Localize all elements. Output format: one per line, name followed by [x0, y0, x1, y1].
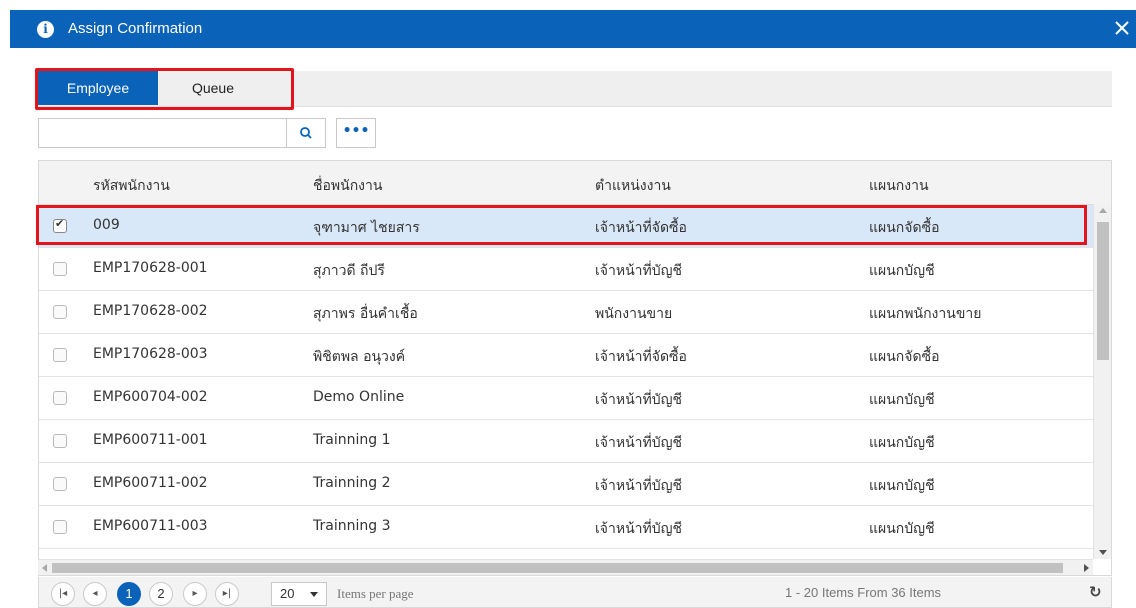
department-cell: แผนกบัญชี — [869, 478, 935, 494]
scroll-down-icon[interactable] — [1099, 550, 1107, 555]
page-size-select[interactable]: 20 — [271, 582, 327, 606]
next-page-button[interactable]: ▸ — [183, 582, 207, 606]
page-size-label: Items per page — [337, 586, 414, 601]
scroll-up-icon[interactable] — [1099, 208, 1107, 213]
position-cell: พนักงานขาย — [595, 306, 673, 322]
employee-code-cell: EMP170628-003 — [93, 346, 208, 362]
search-button[interactable] — [286, 118, 326, 148]
employee-name-cell: Trainning 2 — [313, 475, 391, 491]
dropdown-arrow-icon — [310, 592, 318, 597]
table-row[interactable]: EMP600711-001 Trainning 1 เจ้าหน้าที่บัญชี… — [39, 420, 1094, 463]
table-row[interactable]: EMP600711-003 Trainning 3 เจ้าหน้าที่บัญชี… — [39, 506, 1094, 549]
position-cell: เจ้าหน้าที่บัญชี — [595, 435, 683, 451]
employee-code-cell: EMP600711-002 — [93, 475, 208, 491]
department-cell: แผนกบัญชี — [869, 392, 935, 408]
position-cell: เจ้าหน้าที่บัญชี — [595, 478, 683, 494]
employee-code-cell: EMP600704-002 — [93, 389, 208, 405]
grid-header: รหัสพนักงาน ชื่อพนักงาน ตำแหน่งงาน แผนกง… — [39, 161, 1111, 205]
column-header-employee-code[interactable]: รหัสพนักงาน — [93, 175, 170, 197]
employee-code-cell: EMP170628-002 — [93, 303, 208, 319]
horizontal-scroll-thumb[interactable] — [52, 563, 1063, 573]
row-checkbox[interactable] — [53, 434, 67, 448]
position-cell: เจ้าหน้าที่บัญชี — [595, 263, 683, 279]
table-row[interactable]: EMP600711-002 Trainning 2 เจ้าหน้าที่บัญชี… — [39, 463, 1094, 506]
last-page-button[interactable]: ▸| — [215, 582, 239, 606]
row-checkbox[interactable] — [53, 477, 67, 491]
employee-code-cell: EMP600711-003 — [93, 518, 208, 534]
position-cell: เจ้าหน้าที่จัดซื้อ — [595, 349, 687, 365]
column-header-department[interactable]: แผนกงาน — [869, 175, 929, 197]
department-cell: แผนกบัญชี — [869, 435, 935, 451]
employee-name-cell: สุภาวดี ถีปรี — [313, 263, 385, 279]
page-2-button[interactable]: 2 — [149, 582, 173, 606]
scroll-right-icon[interactable] — [1084, 564, 1089, 572]
page-1-button[interactable]: 1 — [117, 582, 141, 606]
vertical-scroll-thumb[interactable] — [1097, 222, 1109, 360]
pager: |◂ ◂ 1 2 ▸ ▸| 20 Items per page 1 - 20 I… — [38, 577, 1112, 608]
previous-page-button[interactable]: ◂ — [83, 582, 107, 606]
row-checkbox[interactable] — [53, 520, 67, 534]
next-page-icon: ▸ — [192, 588, 198, 599]
refresh-icon[interactable]: ↻ — [1089, 583, 1102, 601]
more-options-button[interactable]: ••• — [336, 118, 376, 148]
last-page-icon: ▸| — [222, 588, 232, 599]
dialog-title: Assign Confirmation — [68, 20, 203, 37]
vertical-scrollbar[interactable] — [1093, 204, 1111, 559]
employee-name-cell: Trainning 1 — [313, 432, 391, 448]
department-cell: แผนกจัดซื้อ — [869, 349, 940, 365]
row-checkbox[interactable] — [53, 391, 67, 405]
department-cell: แผนกบัญชี — [869, 521, 935, 537]
selected-row-highlight-box — [36, 205, 1087, 245]
search-input[interactable] — [38, 118, 286, 148]
scroll-left-icon[interactable] — [42, 564, 47, 572]
employee-code-cell: EMP600711-001 — [93, 432, 208, 448]
employee-name-cell: พิชิตพล อนุวงค์ — [313, 349, 406, 365]
first-page-icon: |◂ — [58, 588, 68, 599]
table-row[interactable]: EMP170628-001 สุภาวดี ถีปรี เจ้าหน้าที่บัญ… — [39, 248, 1094, 291]
position-cell: เจ้าหน้าที่บัญชี — [595, 392, 683, 408]
ellipsis-icon: ••• — [342, 123, 370, 139]
close-icon[interactable] — [1110, 16, 1134, 40]
employee-name-cell: Demo Online — [313, 389, 405, 405]
page-size-value: 20 — [280, 586, 295, 601]
first-page-button[interactable]: |◂ — [51, 582, 75, 606]
row-checkbox[interactable] — [53, 305, 67, 319]
employee-name-cell: Trainning 3 — [313, 518, 391, 534]
department-cell: แผนกบัญชี — [869, 263, 935, 279]
column-header-position[interactable]: ตำแหน่งงาน — [595, 175, 671, 197]
column-header-employee-name[interactable]: ชื่อพนักงาน — [313, 175, 382, 197]
dialog-titlebar: i Assign Confirmation — [10, 10, 1136, 48]
tabs-highlight-box — [35, 68, 294, 110]
table-row[interactable]: EMP170628-003 พิชิตพล อนุวงค์ เจ้าหน้าที่จ… — [39, 334, 1094, 377]
employee-name-cell: สุภาพร อื่นคำเชื้อ — [313, 306, 418, 322]
pager-info: 1 - 20 Items From 36 Items — [785, 585, 942, 600]
department-cell: แผนกพนักงานขาย — [869, 306, 982, 322]
info-icon: i — [37, 21, 54, 38]
row-checkbox[interactable] — [53, 262, 67, 276]
assign-confirmation-dialog: i Assign Confirmation Employee Queue •••… — [0, 0, 1136, 608]
employee-code-cell: EMP170628-001 — [93, 260, 208, 276]
row-checkbox[interactable] — [53, 348, 67, 362]
table-row[interactable]: EMP170628-002 สุภาพร อื่นคำเชื้อ พนักงานขา… — [39, 291, 1094, 334]
table-row[interactable]: EMP600704-002 Demo Online เจ้าหน้าที่บัญชี… — [39, 377, 1094, 420]
search-icon — [300, 127, 312, 139]
position-cell: เจ้าหน้าที่บัญชี — [595, 521, 683, 537]
horizontal-scrollbar[interactable] — [38, 559, 1093, 575]
previous-page-icon: ◂ — [92, 588, 98, 599]
